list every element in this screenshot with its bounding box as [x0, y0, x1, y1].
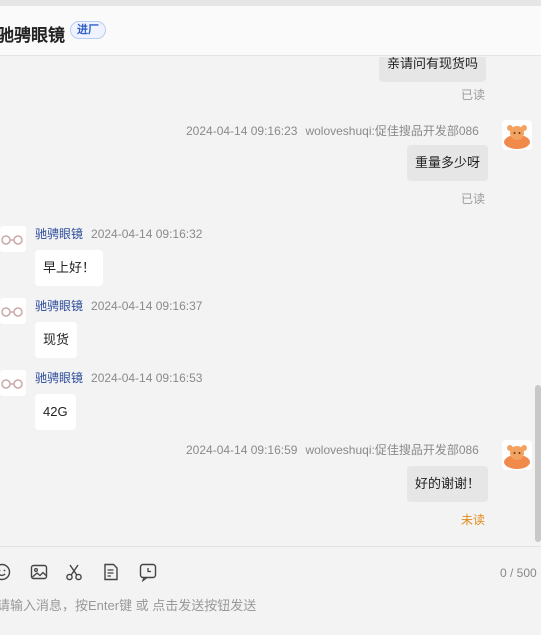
glasses-avatar-icon [1, 307, 23, 317]
composer: 0 / 500 请输入消息，按Enter键 或 点击发送按钮发送 [0, 546, 541, 635]
message-time: 2024-04-14 09:16:53 [91, 371, 203, 385]
image-icon[interactable] [29, 562, 49, 582]
message-sender: woloveshuqi:促佳搜品开发部086 [305, 443, 479, 457]
factory-badge: 进厂 [70, 21, 106, 39]
read-status: 已读 [461, 88, 486, 102]
message-sender: woloveshuqi:促佳搜品开发部086 [305, 124, 479, 138]
message-time: 2024-04-14 09:16:59 [186, 443, 298, 457]
message-input[interactable]: 请输入消息，按Enter键 或 点击发送按钮发送 [0, 595, 256, 614]
message-meta: 驰骋眼镜 2024-04-14 09:16:53 [35, 369, 202, 386]
message-bubble: 42G [35, 394, 76, 430]
message-time: 2024-04-14 09:16:23 [186, 124, 298, 138]
scissors-icon[interactable] [64, 562, 84, 582]
message-time: 2024-04-14 09:16:37 [91, 299, 203, 313]
unread-status: 未读 [461, 513, 486, 527]
chat-history[interactable]: 亲请问有现货吗 已读 2024-04-14 09:16:23 woloveshuq… [0, 57, 541, 545]
message-bubble: 好的谢谢！ [407, 466, 489, 502]
shop-avatar[interactable] [0, 370, 26, 396]
message-meta: 2024-04-14 09:16:23 woloveshuqi:促佳搜品开发部08… [186, 122, 479, 139]
shop-name[interactable]: 驰骋眼镜 [0, 21, 65, 46]
cartoon-avatar-icon [504, 445, 530, 469]
shop-avatar[interactable] [0, 298, 26, 324]
user-avatar[interactable] [502, 120, 532, 150]
chat-scrollbar[interactable] [535, 385, 541, 542]
message-bubble: 重量多少呀 [407, 145, 489, 181]
message-sender: 驰骋眼镜 [35, 371, 84, 385]
document-icon[interactable] [101, 562, 121, 582]
read-status: 已读 [461, 192, 486, 206]
emoji-icon[interactable] [0, 562, 12, 582]
glasses-avatar-icon [1, 235, 23, 245]
message-bubble: 亲请问有现货吗 [379, 57, 487, 82]
message-bubble: 现货 [35, 322, 78, 358]
message-meta: 驰骋眼镜 2024-04-14 09:16:32 [35, 225, 202, 242]
message-sender: 驰骋眼镜 [35, 227, 84, 241]
message-meta: 2024-04-14 09:16:59 woloveshuqi:促佳搜品开发部08… [186, 441, 479, 458]
history-icon[interactable] [138, 562, 158, 583]
shop-avatar[interactable] [0, 226, 26, 252]
glasses-avatar-icon [1, 379, 23, 389]
cartoon-avatar-icon [504, 125, 530, 149]
character-counter: 0 / 500 [500, 566, 537, 580]
user-avatar[interactable] [502, 440, 532, 470]
message-sender: 驰骋眼镜 [35, 299, 84, 313]
message-bubble: 早上好！ [35, 250, 104, 286]
message-meta: 驰骋眼镜 2024-04-14 09:16:37 [35, 297, 202, 314]
message-time: 2024-04-14 09:16:32 [91, 227, 203, 241]
chat-header: 驰骋眼镜 进厂 [0, 6, 541, 56]
